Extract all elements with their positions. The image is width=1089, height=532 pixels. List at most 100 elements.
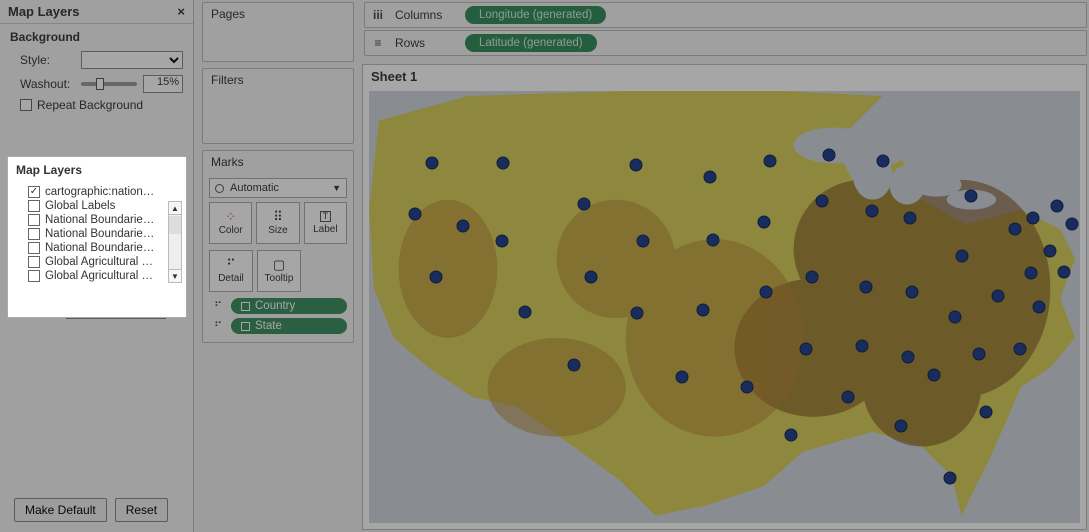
map-mark[interactable] — [497, 156, 510, 169]
scroll-up-icon[interactable]: ▲ — [169, 202, 181, 215]
layer-item[interactable]: Global Agricultural … — [28, 269, 166, 283]
map-mark[interactable] — [585, 270, 598, 283]
map-view[interactable] — [369, 91, 1080, 523]
color-button[interactable]: ⁘Color — [209, 202, 252, 244]
layer-checkbox[interactable] — [28, 200, 40, 212]
map-mark[interactable] — [568, 358, 581, 371]
map-mark[interactable] — [906, 286, 919, 299]
map-mark[interactable] — [973, 348, 986, 361]
map-mark[interactable] — [855, 340, 868, 353]
detail-lead-icon: ⠋ — [209, 300, 227, 313]
layers-scrollbar[interactable]: ▲ ▼ — [168, 201, 182, 283]
map-mark[interactable] — [496, 235, 509, 248]
map-mark[interactable] — [823, 148, 836, 161]
color-label: Color — [219, 225, 243, 236]
size-button[interactable]: ⠿Size — [256, 202, 299, 244]
layer-checkbox[interactable] — [28, 214, 40, 226]
map-mark[interactable] — [980, 406, 993, 419]
map-mark[interactable] — [696, 303, 709, 316]
map-mark[interactable] — [1066, 217, 1079, 230]
map-mark[interactable] — [426, 156, 439, 169]
label-button[interactable]: TLabel — [304, 202, 347, 244]
map-mark[interactable] — [1051, 199, 1064, 212]
pill-state-label: State — [255, 320, 282, 332]
map-mark[interactable] — [902, 351, 915, 364]
background-header: Background — [0, 24, 193, 48]
map-mark[interactable] — [630, 306, 643, 319]
map-mark[interactable] — [943, 471, 956, 484]
map-mark[interactable] — [1013, 343, 1026, 356]
layer-item[interactable]: Global Agricultural … — [28, 255, 166, 269]
map-mark[interactable] — [865, 204, 878, 217]
close-icon[interactable]: × — [177, 4, 185, 19]
layer-checkbox[interactable] — [28, 242, 40, 254]
layer-checkbox[interactable] — [28, 256, 40, 268]
layer-checkbox[interactable] — [28, 228, 40, 240]
map-mark[interactable] — [859, 281, 872, 294]
layer-checkbox[interactable] — [28, 186, 40, 198]
rows-shelf[interactable]: ≡ Rows Latitude (generated) — [364, 30, 1087, 56]
pill-country-label: Country — [255, 300, 295, 312]
columns-shelf[interactable]: iii Columns Longitude (generated) — [364, 2, 1087, 28]
scroll-thumb[interactable] — [169, 216, 181, 234]
rows-pill[interactable]: Latitude (generated) — [465, 34, 597, 52]
washout-slider[interactable] — [81, 82, 137, 86]
style-dropdown[interactable] — [81, 51, 183, 69]
map-mark[interactable] — [741, 380, 754, 393]
map-mark[interactable] — [758, 215, 771, 228]
map-mark[interactable] — [519, 305, 532, 318]
marks-type-value: Automatic — [230, 182, 279, 194]
map-mark[interactable] — [1008, 223, 1021, 236]
layer-item[interactable]: cartographic:nation… — [28, 185, 166, 199]
pages-card[interactable]: Pages — [202, 2, 354, 62]
marks-type-dropdown[interactable]: Automatic ▼ — [209, 178, 347, 198]
map-mark[interactable] — [904, 211, 917, 224]
map-mark[interactable] — [1044, 245, 1057, 258]
map-mark[interactable] — [956, 249, 969, 262]
map-mark[interactable] — [706, 234, 719, 247]
map-mark[interactable] — [816, 194, 829, 207]
map-mark[interactable] — [800, 343, 813, 356]
map-mark[interactable] — [1058, 265, 1071, 278]
map-mark[interactable] — [676, 370, 689, 383]
map-mark[interactable] — [1032, 301, 1045, 314]
map-mark[interactable] — [636, 235, 649, 248]
map-mark[interactable] — [992, 290, 1005, 303]
pill-state[interactable]: State — [231, 318, 347, 334]
map-mark[interactable] — [409, 207, 422, 220]
tooltip-button[interactable]: ▢Tooltip — [257, 250, 301, 292]
repeat-background-checkbox[interactable] — [20, 99, 32, 111]
layer-item[interactable]: Global Labels — [28, 199, 166, 213]
map-mark[interactable] — [806, 270, 819, 283]
map-mark[interactable] — [629, 158, 642, 171]
map-mark[interactable] — [1024, 266, 1037, 279]
layer-item[interactable]: National Boundarie… — [28, 241, 166, 255]
detail-button[interactable]: ⠋Detail — [209, 250, 253, 292]
columns-pill[interactable]: Longitude (generated) — [465, 6, 606, 24]
layer-item[interactable]: National Boundarie… — [28, 227, 166, 241]
map-layers-header: Map Layers — [8, 157, 186, 181]
map-mark[interactable] — [877, 154, 890, 167]
make-default-button[interactable]: Make Default — [14, 498, 107, 522]
filters-card[interactable]: Filters — [202, 68, 354, 144]
pill-country[interactable]: Country — [231, 298, 347, 314]
map-mark[interactable] — [703, 171, 716, 184]
reset-button[interactable]: Reset — [115, 498, 168, 522]
map-mark[interactable] — [948, 310, 961, 323]
map-mark[interactable] — [578, 197, 591, 210]
map-mark[interactable] — [759, 286, 772, 299]
map-mark[interactable] — [841, 391, 854, 404]
marks-card: Marks Automatic ▼ ⁘Color ⠿Size TLabel ⠋D… — [202, 150, 354, 343]
map-mark[interactable] — [456, 219, 469, 232]
washout-value[interactable]: 15% — [143, 75, 183, 93]
map-mark[interactable] — [784, 428, 797, 441]
map-mark[interactable] — [895, 419, 908, 432]
scroll-down-icon[interactable]: ▼ — [169, 269, 181, 282]
layer-checkbox[interactable] — [28, 270, 40, 282]
map-mark[interactable] — [1026, 211, 1039, 224]
map-mark[interactable] — [965, 190, 978, 203]
map-mark[interactable] — [763, 154, 776, 167]
layer-item[interactable]: National Boundarie… — [28, 213, 166, 227]
map-mark[interactable] — [430, 270, 443, 283]
map-mark[interactable] — [927, 368, 940, 381]
